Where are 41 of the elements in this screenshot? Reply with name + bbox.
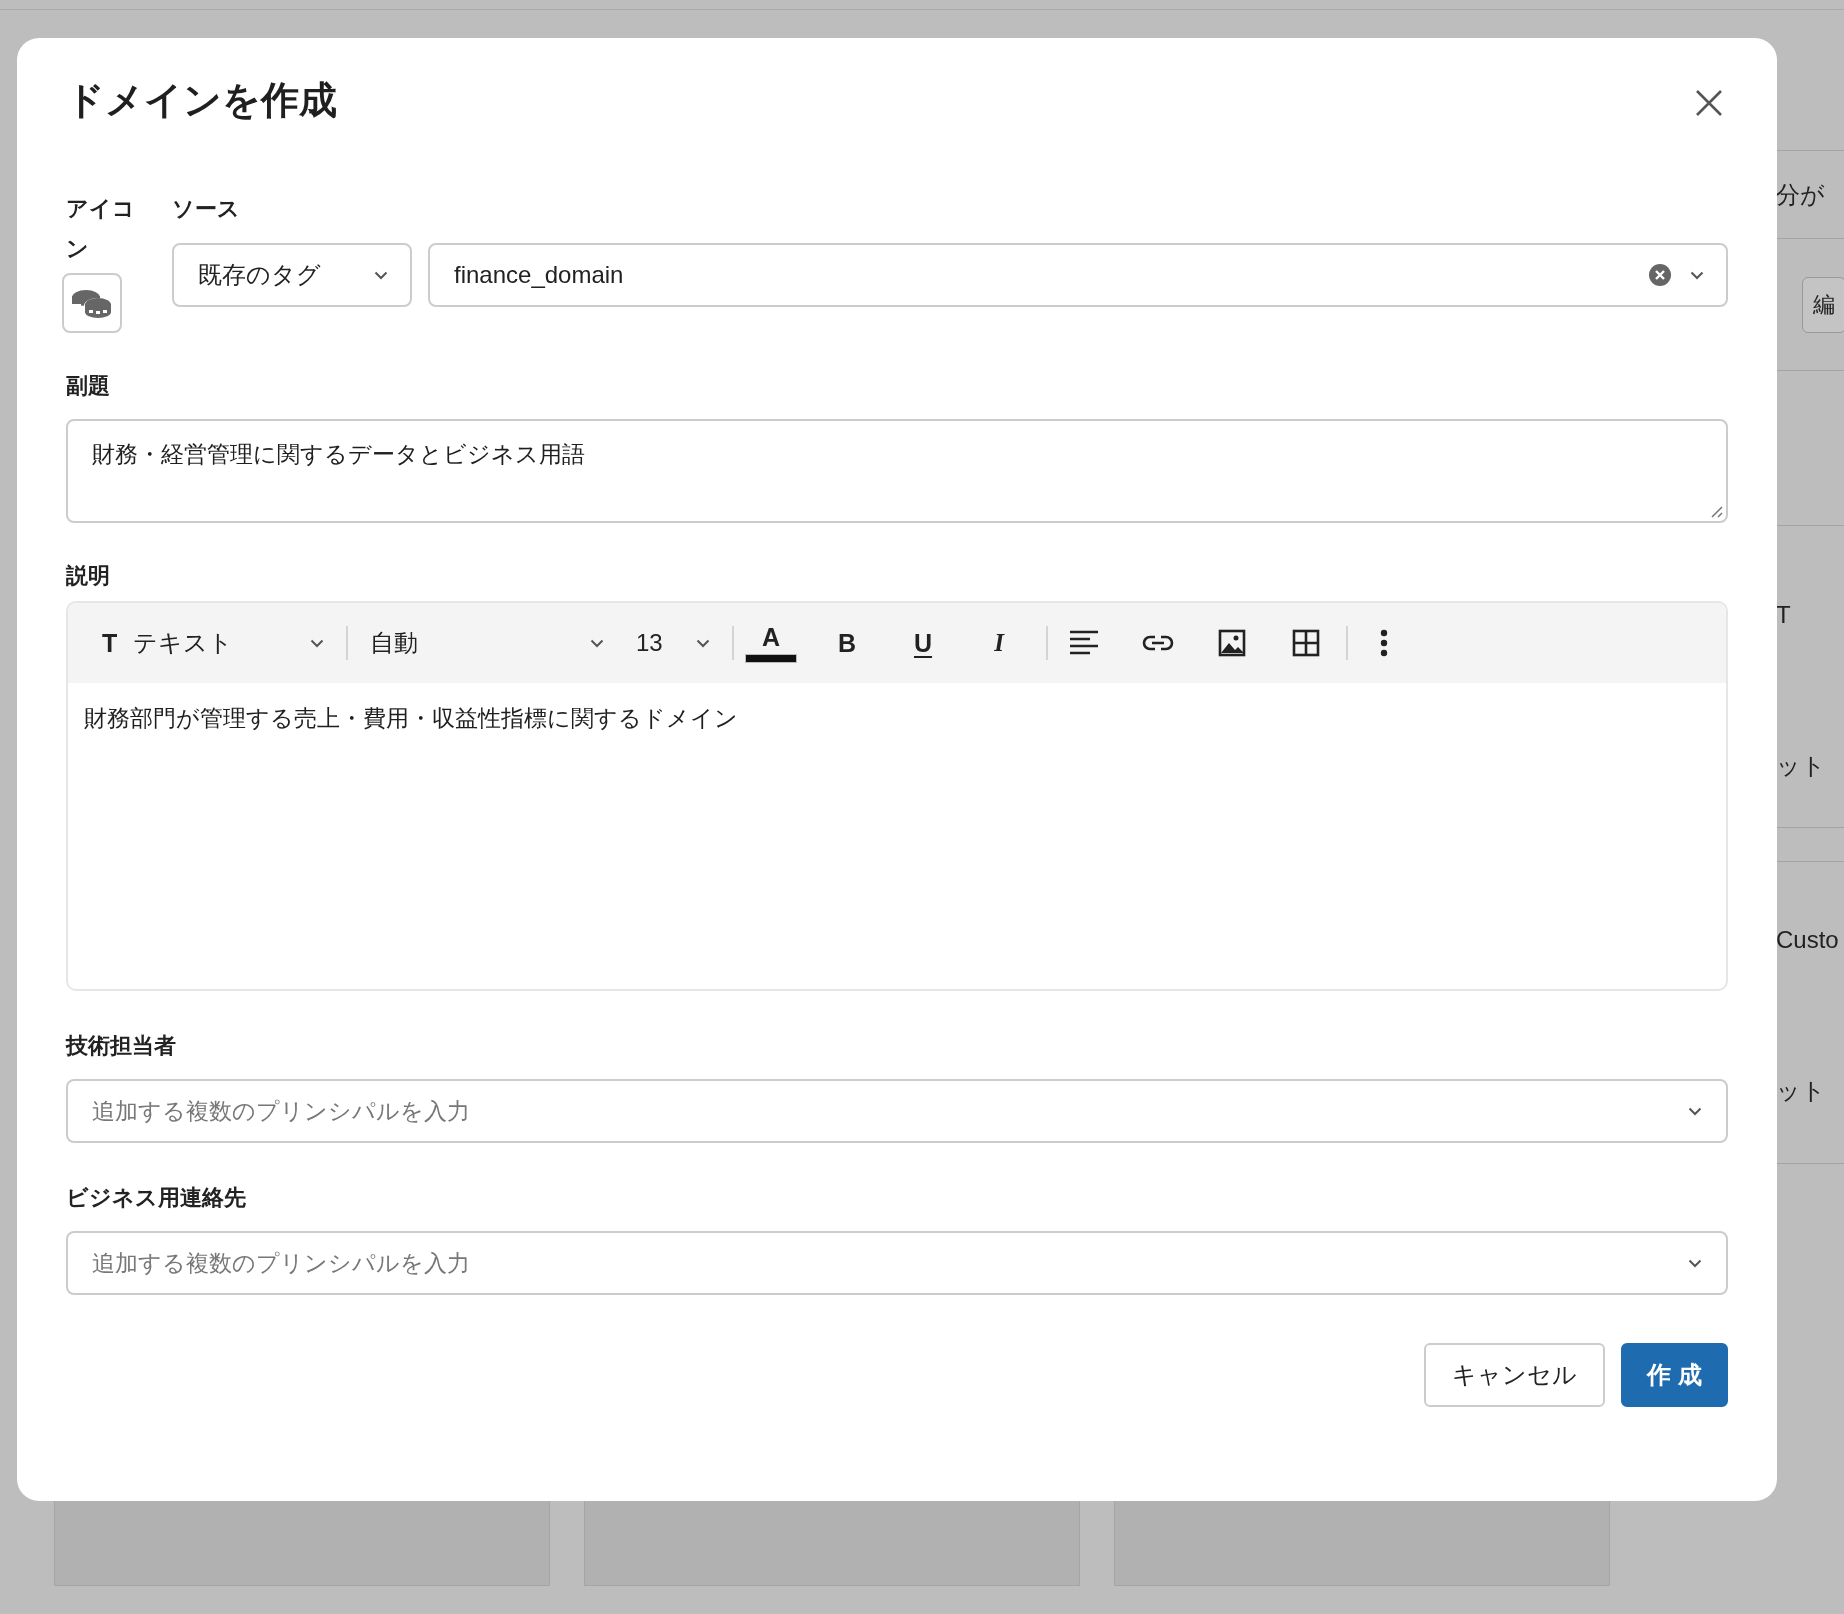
field-label: 説明: [66, 563, 110, 589]
chevron-down-icon: [310, 638, 324, 648]
page-text: ット: [1776, 751, 1826, 781]
chevron-down-icon: [590, 638, 604, 648]
cancel-button[interactable]: キャンセル: [1424, 1343, 1606, 1408]
page-text: ット: [1776, 1075, 1826, 1106]
page-text: Custo: [1776, 925, 1839, 954]
dialog-title: ドメインを作成: [66, 78, 337, 123]
resize-grip-icon[interactable]: [1709, 504, 1723, 519]
text-color-button[interactable]: A: [742, 617, 800, 670]
page-text: 分が: [1776, 179, 1825, 210]
tag-select[interactable]: finance_domain: [428, 243, 1728, 308]
field-label: 副題: [66, 373, 110, 399]
chevron-down-icon: [1690, 270, 1704, 280]
chevron-down-icon: [374, 270, 388, 280]
contact-field[interactable]: 追加する複数のプリンシパルを入力: [66, 1231, 1728, 1296]
edit-button[interactable]: 編: [1802, 276, 1844, 333]
page-text: T: [1776, 601, 1791, 629]
format-dropdown[interactable]: 13: [622, 617, 724, 670]
close-icon[interactable]: [1694, 88, 1724, 118]
rich-text-editor[interactable]: T テキスト 自動 13 A B U I 財務部門が管理する売上・費用・収益性指標に関するドメイン: [66, 601, 1728, 992]
field-label: ソース: [172, 195, 241, 224]
icon-picker[interactable]: [62, 273, 122, 334]
field-label: アイコン: [66, 195, 136, 264]
field-label: ビジネス用連絡先: [66, 1185, 246, 1211]
clear-icon[interactable]: [1648, 263, 1672, 288]
format-dropdown[interactable]: T テキスト: [88, 617, 338, 670]
italic-button[interactable]: I: [970, 617, 1028, 670]
create-button[interactable]: 作 成: [1621, 1343, 1728, 1408]
bold-button[interactable]: B: [818, 617, 876, 670]
coins-icon: [70, 287, 114, 320]
field-label: 技術担当者: [66, 1033, 176, 1059]
owner-field[interactable]: 追加する複数のプリンシパルを入力: [66, 1079, 1728, 1144]
chevron-down-icon: [696, 638, 710, 648]
underline-button[interactable]: U: [894, 617, 952, 670]
chevron-down-icon: [1688, 1258, 1702, 1268]
format-dropdown[interactable]: 自動: [356, 617, 618, 670]
editor-text: 財務部門が管理する売上・費用・収益性指標に関するドメイン: [83, 704, 739, 734]
subtitle-field[interactable]: 財務・経営管理に関するデータとビジネス用語: [66, 419, 1728, 524]
source-select[interactable]: 既存のタグ: [172, 243, 412, 308]
chevron-down-icon: [1688, 1106, 1702, 1116]
